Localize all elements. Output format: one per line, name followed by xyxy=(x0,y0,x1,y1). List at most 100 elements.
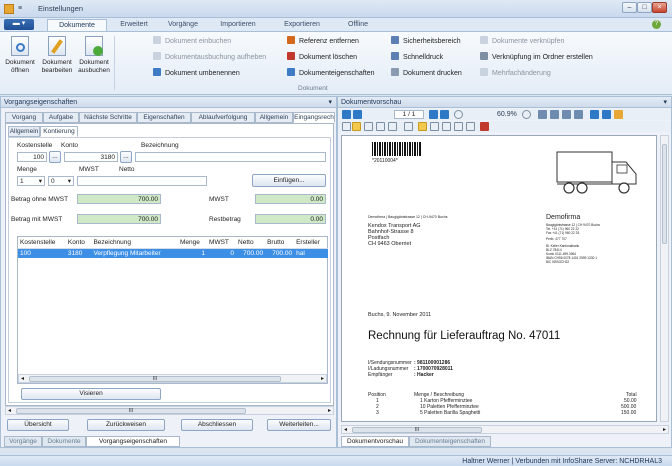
menge-select[interactable]: 1 ▾ xyxy=(17,176,45,186)
remove-reference-button[interactable]: Referenz entfernen xyxy=(287,36,359,47)
column-header[interactable]: Brutto xyxy=(265,237,295,249)
bottom-tab-dokumenteigenschaften[interactable]: Dokumenteigenschaften xyxy=(409,436,491,447)
security-area-button[interactable]: Sicherheitsbereich xyxy=(391,36,461,47)
scroll-thumb[interactable]: III xyxy=(352,427,482,433)
actual-size-icon[interactable] xyxy=(614,110,623,119)
column-header[interactable]: MWST xyxy=(207,237,237,249)
flip-icon[interactable] xyxy=(562,110,571,119)
reject-button[interactable]: Zurückweisen xyxy=(87,419,165,431)
zoom-in-icon[interactable] xyxy=(522,110,531,119)
konto-lookup-button[interactable]: ... xyxy=(120,151,132,163)
rotate-left-icon[interactable] xyxy=(538,110,547,119)
scroll-thumb[interactable]: III xyxy=(29,376,281,382)
tab-dokumente[interactable]: Dokumente xyxy=(47,19,107,31)
tab-eingangsrechnung[interactable]: Eingangsrech xyxy=(293,112,335,123)
kostenstelle-input[interactable]: 100 xyxy=(17,152,47,162)
visieren-button[interactable]: Visieren xyxy=(21,388,161,400)
subtab-allgemein[interactable]: Allgemein xyxy=(8,126,40,137)
scroll-right-icon[interactable]: ▸ xyxy=(663,426,666,433)
document-properties-button[interactable]: Dokumenteigenschaften xyxy=(287,68,375,79)
scroll-right-icon[interactable]: ▸ xyxy=(321,375,324,382)
bottom-tab-dokumente[interactable]: Dokumente xyxy=(42,436,86,447)
tab-offline[interactable]: Offline xyxy=(338,19,378,31)
checkin-document-button[interactable]: Dokument einbuchen xyxy=(153,36,231,47)
rectangle-icon[interactable] xyxy=(388,122,397,131)
pointer-icon[interactable] xyxy=(342,122,351,131)
multi-change-button[interactable]: Mehrfachänderung xyxy=(480,68,551,79)
scroll-right-icon[interactable]: ▸ xyxy=(328,407,331,414)
preview-horizontal-scrollbar[interactable]: ◂ III ▸ xyxy=(341,425,669,434)
page-number-field[interactable]: 1 / 1 xyxy=(394,110,424,119)
column-header[interactable]: Kostenstelle xyxy=(18,237,66,249)
highlight-icon[interactable] xyxy=(442,122,451,131)
rename-document-button[interactable]: Dokument umbenennen xyxy=(153,68,240,79)
scroll-left-icon[interactable]: ◂ xyxy=(21,375,24,382)
pane-dropdown-icon[interactable]: ▾ xyxy=(328,97,332,108)
grid-icon[interactable] xyxy=(454,122,463,131)
rotate-right-icon[interactable] xyxy=(550,110,559,119)
bottom-tab-dokumentvorschau[interactable]: Dokumentvorschau xyxy=(341,436,409,447)
open-document-button[interactable]: Dokument öffnen xyxy=(3,35,37,81)
vertical-scroll-thumb[interactable] xyxy=(662,144,667,244)
delete-document-button[interactable]: Dokument löschen xyxy=(287,52,357,63)
stamp-icon[interactable] xyxy=(430,122,439,131)
quick-access-menu-icon[interactable]: ≡ xyxy=(18,4,27,14)
export-icon[interactable] xyxy=(466,122,475,131)
tab-vorgang[interactable]: Vorgang xyxy=(5,112,43,123)
quick-print-button[interactable]: Schnelldruck xyxy=(391,52,443,63)
forward-button[interactable]: Weiterleiten... xyxy=(267,419,331,431)
column-header[interactable]: Konto xyxy=(65,237,92,249)
mwst-select[interactable]: 0 ▾ xyxy=(48,176,74,186)
file-menu-button[interactable]: ▬ ▾ xyxy=(4,19,34,30)
minimize-button[interactable]: – xyxy=(622,2,637,13)
text-icon[interactable] xyxy=(404,122,413,131)
checkout-document-button[interactable]: Dokument ausbuchen xyxy=(77,35,111,81)
netto-input[interactable] xyxy=(77,176,207,186)
undo-checkout-button[interactable]: Dokumentausbuchung aufheben xyxy=(153,52,266,63)
tab-exportieren[interactable]: Exportieren xyxy=(272,19,332,31)
help-icon[interactable]: ? xyxy=(652,20,661,29)
tab-ablaufverfolgung[interactable]: Ablaufverfolgung xyxy=(191,112,255,123)
konto-input[interactable]: 3180 xyxy=(64,152,118,162)
preview-vertical-scrollbar[interactable] xyxy=(660,135,669,422)
column-header[interactable]: Bezeichnung xyxy=(91,237,179,249)
page-icon[interactable] xyxy=(364,122,373,131)
close-button[interactable]: × xyxy=(652,2,667,13)
overview-button[interactable]: Übersicht xyxy=(7,419,69,431)
scroll-thumb[interactable]: III xyxy=(16,408,246,414)
tab-naechste-schritte[interactable]: Nächste Schritte xyxy=(79,112,137,123)
kostenstelle-lookup-button[interactable]: ... xyxy=(49,151,61,163)
tab-importieren[interactable]: Importieren xyxy=(210,19,266,31)
bottom-tab-vorgangseigenschaften[interactable]: Vorgangseigenschaften xyxy=(86,436,180,447)
prev-page-icon[interactable] xyxy=(353,110,362,119)
first-page-icon[interactable] xyxy=(342,110,351,119)
print-document-button[interactable]: Dokument drucken xyxy=(391,68,462,79)
fit-page-icon[interactable] xyxy=(602,110,611,119)
edit-document-button[interactable]: Dokument bearbeiten xyxy=(40,35,74,81)
maximize-button[interactable]: □ xyxy=(637,2,652,13)
mirror-icon[interactable] xyxy=(574,110,583,119)
last-page-icon[interactable] xyxy=(440,110,449,119)
zoom-level[interactable]: 60.9% xyxy=(497,110,517,119)
column-header[interactable]: Netto xyxy=(236,237,266,249)
note-icon[interactable] xyxy=(418,122,427,131)
copy-icon[interactable] xyxy=(376,122,385,131)
subtab-kontierung[interactable]: Kontierung xyxy=(40,126,78,137)
insert-button[interactable]: Einfügen... xyxy=(252,174,326,187)
tab-aufgabe[interactable]: Aufgabe xyxy=(43,112,79,123)
create-shortcut-button[interactable]: Verknüpfung im Ordner erstellen xyxy=(480,52,593,63)
zoom-out-icon[interactable] xyxy=(454,110,463,119)
table-row[interactable]: 100 3180 Verpflegung Mitarbeiter 1 0 700… xyxy=(18,248,328,258)
next-page-icon[interactable] xyxy=(429,110,438,119)
tab-vorgaenge[interactable]: Vorgänge xyxy=(160,19,206,31)
tab-erweitert[interactable]: Erweitert xyxy=(112,19,156,31)
fit-width-icon[interactable] xyxy=(590,110,599,119)
tab-allgemein[interactable]: Allgemein xyxy=(255,112,293,123)
annotation-icon[interactable] xyxy=(352,122,361,131)
column-header[interactable]: Menge xyxy=(178,237,208,249)
tab-eigenschaften[interactable]: Eigenschaften xyxy=(137,112,191,123)
link-documents-button[interactable]: Dokumente verknüpfen xyxy=(480,36,564,47)
panel-horizontal-scrollbar[interactable]: ◂ III ▸ xyxy=(5,406,334,415)
pane-dropdown-icon[interactable]: ▾ xyxy=(663,97,667,108)
bottom-tab-vorgaenge[interactable]: Vorgänge xyxy=(4,436,42,447)
